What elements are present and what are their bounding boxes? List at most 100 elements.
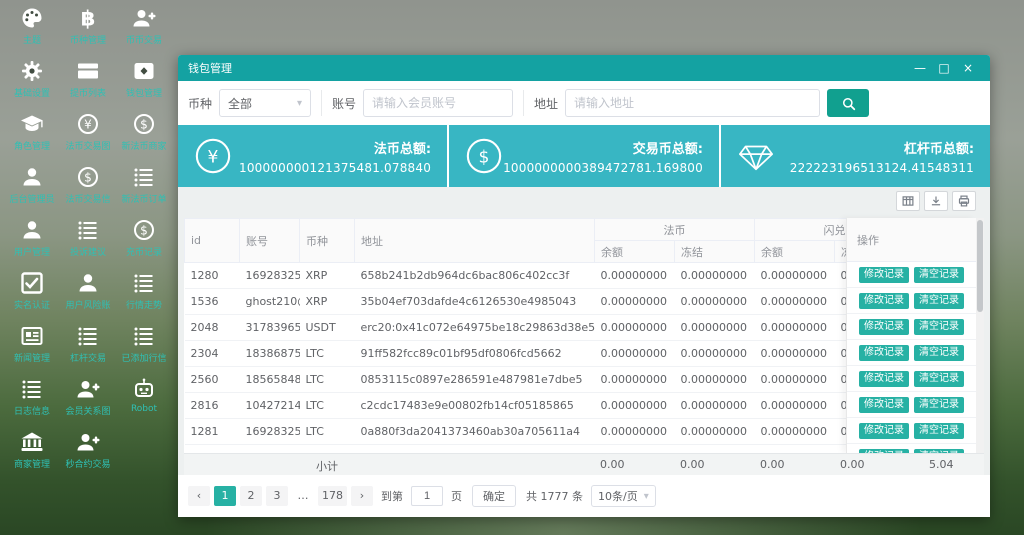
download-icon <box>930 195 942 207</box>
sidebar-item[interactable]: 杠杆交易 <box>60 324 116 368</box>
dollar-circle-icon: $ <box>465 137 503 175</box>
col-header-id: id <box>185 219 240 263</box>
sidebar-item[interactable]: Robot <box>116 377 172 421</box>
clear-record-button[interactable]: 清空记录 <box>914 371 964 387</box>
sidebar-item[interactable]: 法币交易信 <box>60 165 116 209</box>
col-header-frozen: 冻结 <box>675 241 755 263</box>
sidebar-item[interactable]: 新法币订单 <box>116 165 172 209</box>
sidebar-item[interactable]: 法币交易图 <box>60 112 116 156</box>
page-button-3[interactable]: 3 <box>266 486 288 506</box>
card-value: 222223196513124.41548311 <box>790 161 974 175</box>
bank-icon <box>20 430 44 454</box>
sidebar-item[interactable]: 已添加行信 <box>116 324 172 368</box>
sidebar-item[interactable]: 币种管理 <box>60 6 116 50</box>
person-plus-icon <box>76 377 100 401</box>
clear-record-button[interactable]: 清空记录 <box>914 319 964 335</box>
sidebar-item[interactable]: 主题 <box>4 6 60 50</box>
wallet-table: id 账号 币种 地址 法币 闪兑 余额 冻结 余额 冻结 <box>184 218 984 475</box>
divider <box>523 90 524 116</box>
sidebar-item[interactable]: 新法币商家 <box>116 112 172 156</box>
sidebar-item[interactable]: 实名认证 <box>4 271 60 315</box>
action-row: 修改记录清空记录 <box>847 288 976 314</box>
action-row: 修改记录清空记录 <box>847 418 976 444</box>
next-page-button[interactable]: › <box>351 486 373 506</box>
address-input[interactable] <box>565 89 820 117</box>
clear-record-button[interactable]: 清空记录 <box>914 345 964 361</box>
sidebar-item[interactable]: 日志信息 <box>4 377 60 421</box>
card-value: 100000000121375481.078840 <box>239 161 431 175</box>
page-button-178[interactable]: 178 <box>318 486 347 506</box>
sidebar-item[interactable]: 商家管理 <box>4 430 60 474</box>
clear-record-button[interactable]: 清空记录 <box>914 423 964 439</box>
export-button[interactable] <box>924 191 948 211</box>
sidebar-item[interactable]: 用户风险账 <box>60 271 116 315</box>
sidebar-item[interactable]: 用户管理 <box>4 218 60 262</box>
edit-record-button[interactable]: 修改记录 <box>859 319 909 335</box>
sidebar-item[interactable]: 投诉建议 <box>60 218 116 262</box>
sidebar-item-label: 行情走势 <box>126 298 162 311</box>
columns-toggle-button[interactable] <box>896 191 920 211</box>
fiat-total-card: ¥ 法币总额: 100000000121375481.078840 <box>178 125 447 187</box>
edit-record-button[interactable]: 修改记录 <box>859 345 909 361</box>
subtotal-label: 小计 <box>316 458 338 474</box>
currency-select[interactable]: 全部 ▾ <box>219 89 311 117</box>
subtotal-value: 0.00 <box>840 458 865 471</box>
sidebar-item-label: 新闻管理 <box>14 351 50 364</box>
pagination-bar: ‹ 123…178 › 到第 页 确定 共 1777 条 10条/页 ▾ <box>178 475 990 517</box>
sidebar-item[interactable]: 会员关系图 <box>60 377 116 421</box>
goto-confirm-button[interactable]: 确定 <box>472 485 516 507</box>
search-button[interactable] <box>827 89 869 117</box>
subtotal-right-value: 5.04 <box>929 458 954 471</box>
sidebar-item[interactable]: 秒合约交易 <box>60 430 116 474</box>
clear-record-button[interactable]: 清空记录 <box>914 267 964 283</box>
card-label: 杠杆币总额: <box>790 138 974 157</box>
account-label: 账号 <box>332 95 356 112</box>
diamond-icon <box>737 137 775 175</box>
col-header-balance: 余额 <box>595 241 675 263</box>
sidebar-item-label: 实名认证 <box>14 298 50 311</box>
edit-record-button[interactable]: 修改记录 <box>859 397 909 413</box>
sidebar-item-label: 日志信息 <box>14 404 50 417</box>
minimize-button[interactable]: — <box>908 55 932 81</box>
sidebar-item[interactable]: 充币记录 <box>116 218 172 262</box>
account-input[interactable] <box>363 89 513 117</box>
per-page-select[interactable]: 10条/页 ▾ <box>591 485 656 507</box>
page-button-1[interactable]: 1 <box>214 486 236 506</box>
leverage-total-card: 杠杆币总额: 222223196513124.41548311 <box>721 125 990 187</box>
print-button[interactable] <box>952 191 976 211</box>
sidebar-item[interactable]: 行情走势 <box>116 271 172 315</box>
edit-record-button[interactable]: 修改记录 <box>859 293 909 309</box>
sidebar-item-label: 币种管理 <box>70 33 106 46</box>
sidebar-item[interactable]: 角色管理 <box>4 112 60 156</box>
list-icon <box>20 377 44 401</box>
action-row: 修改记录清空记录 <box>847 392 976 418</box>
maximize-button[interactable]: □ <box>932 55 956 81</box>
person-plus-icon <box>76 430 100 454</box>
titlebar: 钱包管理 — □ × <box>178 55 990 81</box>
sidebar-item[interactable]: 钱包管理 <box>116 59 172 103</box>
edit-record-button[interactable]: 修改记录 <box>859 267 909 283</box>
edit-record-button[interactable]: 修改记录 <box>859 423 909 439</box>
person-icon <box>20 218 44 242</box>
sidebar-item-label: 法币交易图 <box>65 139 110 152</box>
currency-select-value: 全部 <box>228 95 252 112</box>
subtotal-value: 0.00 <box>760 458 785 471</box>
vertical-scrollbar[interactable] <box>976 218 984 453</box>
close-button[interactable]: × <box>956 55 980 81</box>
sidebar-item[interactable]: 提币列表 <box>60 59 116 103</box>
sidebar-item[interactable]: 币币交易 <box>116 6 172 50</box>
scrollbar-thumb[interactable] <box>977 220 983 312</box>
edit-record-button[interactable]: 修改记录 <box>859 371 909 387</box>
sidebar-item-label: 基础设置 <box>14 86 50 99</box>
list-icon <box>76 324 100 348</box>
summary-cards: ¥ 法币总额: 100000000121375481.078840 $ 交易币总… <box>178 125 990 187</box>
sidebar-item[interactable]: 基础设置 <box>4 59 60 103</box>
sidebar-item[interactable]: 后台管理员 <box>4 165 60 209</box>
clear-record-button[interactable]: 清空记录 <box>914 293 964 309</box>
clear-record-button[interactable]: 清空记录 <box>914 397 964 413</box>
prev-page-button[interactable]: ‹ <box>188 486 210 506</box>
page-button-2[interactable]: 2 <box>240 486 262 506</box>
col-header-address: 地址 <box>355 219 595 263</box>
goto-page-input[interactable] <box>411 486 443 506</box>
sidebar-item[interactable]: 新闻管理 <box>4 324 60 368</box>
